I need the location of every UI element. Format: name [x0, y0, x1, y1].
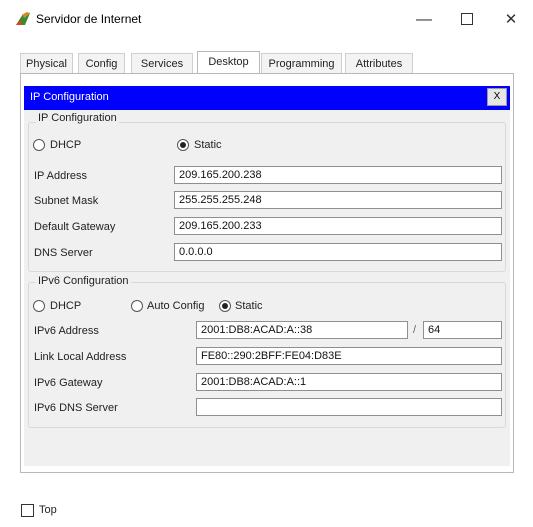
top-label: Top — [39, 504, 57, 516]
dns-server-field[interactable]: 0.0.0.0 — [174, 243, 502, 261]
ipv6-static-label: Static — [235, 300, 263, 312]
ip-address-field[interactable]: 209.165.200.238 — [174, 166, 502, 184]
ip-config-close-button[interactable]: X — [487, 88, 507, 106]
ipv6-gateway-label: IPv6 Gateway — [34, 377, 103, 389]
tab-desktop[interactable]: Desktop — [197, 51, 260, 74]
ipv6-dns-field[interactable] — [196, 398, 502, 416]
ipv6-dhcp-label: DHCP — [50, 300, 82, 312]
tab-attributes[interactable]: Attributes — [345, 53, 413, 73]
ipv4-static-label: Static — [194, 139, 222, 151]
app-icon — [16, 12, 30, 25]
ipv6-dhcp-radio[interactable] — [33, 300, 45, 312]
top-checkbox[interactable] — [21, 504, 34, 517]
ipv6-dns-label: IPv6 DNS Server — [34, 402, 118, 414]
default-gateway-label: Default Gateway — [34, 221, 116, 233]
tab-services[interactable]: Services — [131, 53, 193, 73]
subnet-mask-field[interactable]: 255.255.255.248 — [174, 191, 502, 209]
ipv6-prefix-field[interactable]: 64 — [423, 321, 502, 339]
ipv6-address-field[interactable]: 2001:DB8:ACAD:A::38 — [196, 321, 408, 339]
tab-programming[interactable]: Programming — [261, 53, 342, 73]
ip-config-content: IP Configuration DHCP Static IP Address … — [24, 110, 510, 466]
ipv4-dhcp-label: DHCP — [50, 139, 82, 151]
ipv4-static-radio[interactable] — [177, 139, 189, 151]
ipv6-static-radio[interactable] — [219, 300, 231, 312]
default-gateway-field[interactable]: 209.165.200.233 — [174, 217, 502, 235]
tab-physical[interactable]: Physical — [20, 53, 73, 73]
dns-server-label: DNS Server — [34, 247, 93, 259]
ipv6-auto-config-radio[interactable] — [131, 300, 143, 312]
ip-config-titlebar: IP Configuration X — [24, 86, 510, 110]
link-local-label: Link Local Address — [34, 351, 127, 363]
close-icon: ✕ — [504, 11, 518, 28]
ipv6-address-label: IPv6 Address — [34, 325, 99, 337]
subnet-mask-label: Subnet Mask — [34, 195, 99, 207]
link-local-field[interactable]: FE80::290:2BFF:FE04:D83E — [196, 347, 502, 365]
ipv4-group-title: IP Configuration — [36, 112, 119, 124]
minimize-button[interactable]: — — [404, 6, 444, 34]
maximize-icon — [461, 13, 473, 26]
prefix-separator: / — [413, 324, 417, 336]
tab-config[interactable]: Config — [78, 53, 125, 73]
window-title: Servidor de Internet — [36, 12, 142, 26]
ipv6-group-title: IPv6 Configuration — [36, 275, 131, 287]
minimize-icon: — — [416, 11, 432, 28]
close-window-button[interactable]: ✕ — [491, 6, 531, 34]
window-titlebar: Servidor de Internet — ✕ — [0, 0, 533, 40]
ip-config-title: IP Configuration — [30, 91, 109, 103]
ipv4-dhcp-radio[interactable] — [33, 139, 45, 151]
ipv6-auto-config-label: Auto Config — [147, 300, 205, 312]
ip-address-label: IP Address — [34, 170, 87, 182]
ipv6-gateway-field[interactable]: 2001:DB8:ACAD:A::1 — [196, 373, 502, 391]
maximize-button[interactable] — [447, 6, 487, 34]
